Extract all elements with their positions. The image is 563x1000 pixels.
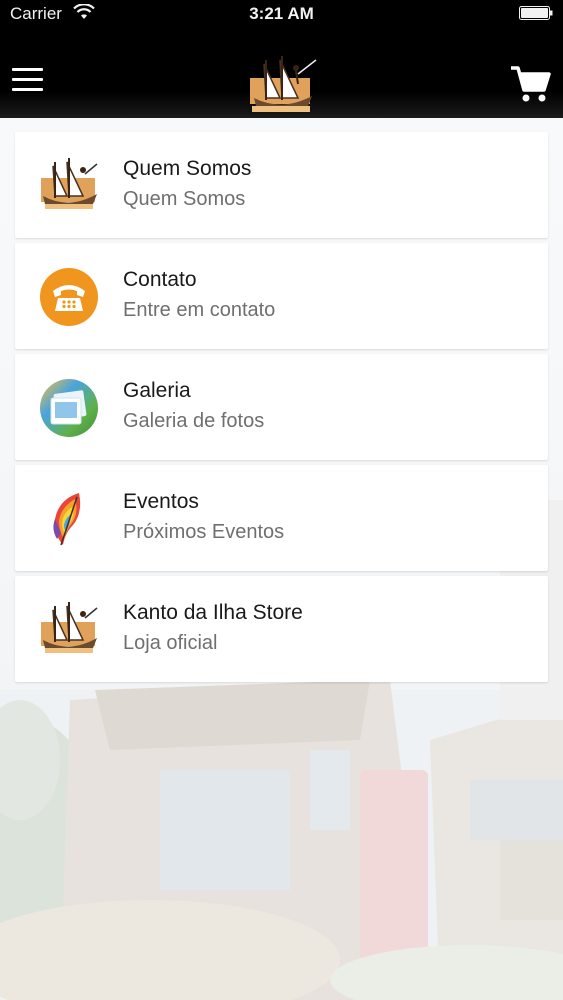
battery-icon [519,6,553,20]
menu-item-eventos[interactable]: Eventos Próximos Eventos [15,465,548,571]
menu-item-subtitle: Loja oficial [123,632,218,654]
ship-logo-icon [41,158,98,209]
feather-icon [53,493,81,546]
hamburger-menu-icon[interactable] [12,68,48,98]
menu-item-quem-somos[interactable]: Quem Somos Quem Somos [15,132,548,238]
menu-item-subtitle: Quem Somos [123,188,246,210]
ship-logo[interactable] [246,54,318,116]
menu-item-subtitle: Galeria de fotos [123,410,265,432]
menu-item-galeria[interactable]: Galeria Galeria de fotos [15,354,548,460]
menu-item-title: Contato [123,268,197,291]
menu-item-title: Kanto da Ilha Store [123,601,303,624]
menu-item-subtitle: Entre em contato [123,299,276,321]
menu-item-contato[interactable]: Contato Entre em contato [15,243,548,349]
shopping-cart-icon[interactable] [509,64,551,104]
ship-logo-icon [41,602,98,653]
phone-icon [40,268,98,326]
menu-item-store[interactable]: Kanto da Ilha Store Loja oficial [15,576,548,682]
status-time: 3:21 AM [249,4,314,23]
menu-item-title: Galeria [123,379,191,402]
status-bar: Carrier 3:21 AM [0,0,563,24]
menu-list: Quem Somos Quem Somos Contato Entre em c… [15,132,548,687]
menu-item-subtitle: Próximos Eventos [123,521,285,543]
menu-item-title: Eventos [123,490,199,513]
menu-item-title: Quem Somos [123,157,252,180]
navigation-bar [0,24,563,118]
photo-gallery-icon [40,379,98,437]
